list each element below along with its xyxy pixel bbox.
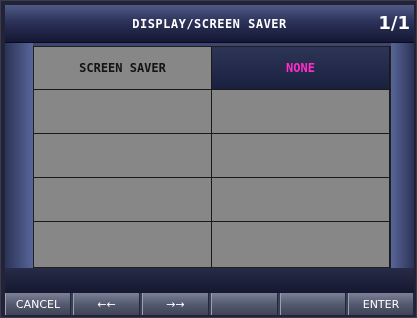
enter-button[interactable]: ENTER (348, 293, 414, 315)
page-left-button[interactable]: ←← (73, 293, 140, 315)
setting-value-row-5[interactable] (212, 222, 390, 267)
softkey-4-button[interactable] (211, 293, 278, 315)
device-screen: DISPLAY/SCREEN SAVER 1/1 SCREEN SAVER NO… (0, 0, 417, 318)
setting-label-row-3[interactable] (34, 134, 212, 178)
cancel-button[interactable]: CANCEL (5, 293, 71, 315)
settings-table: SCREEN SAVER NONE (33, 46, 391, 268)
left-side-panel (5, 43, 33, 268)
setting-label-screen-saver[interactable]: SCREEN SAVER (34, 47, 212, 90)
title-bar: DISPLAY/SCREEN SAVER 1/1 (5, 5, 414, 43)
setting-value-row-4[interactable] (212, 178, 390, 222)
right-side-panel (391, 43, 414, 268)
setting-value-screen-saver[interactable]: NONE (212, 47, 390, 90)
setting-label-row-2[interactable] (34, 90, 212, 134)
page-title: DISPLAY/SCREEN SAVER (132, 17, 287, 31)
page-indicator: 1/1 (378, 13, 410, 34)
page-right-button[interactable]: →→ (142, 293, 209, 315)
softkey-bar: CANCEL ←← →→ ENTER (5, 293, 414, 315)
bottom-strip (5, 268, 414, 293)
setting-label-row-5[interactable] (34, 222, 212, 267)
setting-label-row-4[interactable] (34, 178, 212, 222)
softkey-5-button[interactable] (280, 293, 346, 315)
setting-value-row-3[interactable] (212, 134, 390, 178)
setting-value-row-2[interactable] (212, 90, 390, 134)
